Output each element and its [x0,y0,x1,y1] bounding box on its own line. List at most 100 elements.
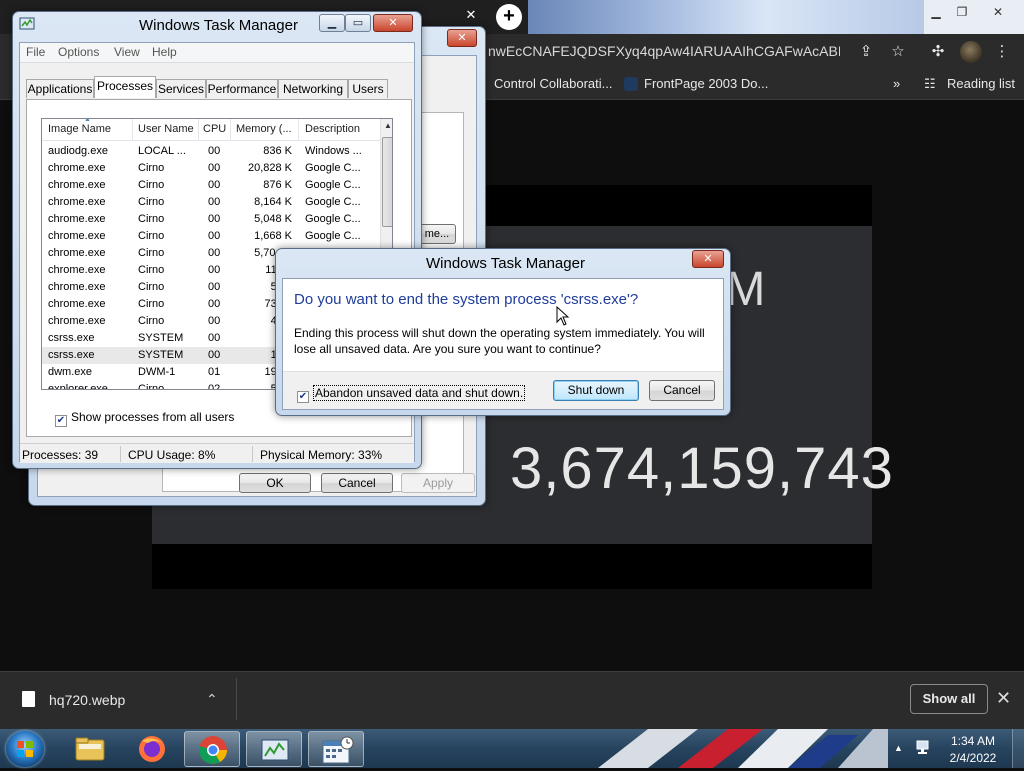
scroll-up-icon[interactable]: ▲ [381,119,392,133]
cell-name: chrome.exe [48,281,106,293]
new-tab-button[interactable]: + [496,4,522,30]
table-row[interactable]: audiodg.exe LOCAL ... 00 836 K Windows ... [42,143,382,160]
taskbar-calendar-app[interactable] [308,731,364,767]
tm-close-button[interactable]: ✕ [373,14,413,32]
cell-name: chrome.exe [48,179,106,191]
mouse-cursor-icon [556,306,570,326]
properties-close-button[interactable]: ✕ [447,29,477,47]
download-bar [0,671,1024,729]
cell-name: csrss.exe [48,332,95,344]
status-divider [120,446,121,462]
menu-view[interactable]: View [114,45,140,59]
abandon-data-checkbox[interactable]: ✔ Abandon unsaved data and shut down. [297,385,526,403]
cell-name: chrome.exe [48,213,106,225]
column-divider[interactable] [198,119,199,141]
process-list-header: Image Name ▲ User Name CPU Memory (... D… [42,119,382,141]
tab-close-icon[interactable]: ✕ [462,6,480,24]
cell-user: Cirno [138,264,165,276]
tab-processes[interactable]: Processes [94,76,156,98]
minimize-icon[interactable]: ▁ [924,3,948,21]
checkbox-check-icon[interactable]: ✔ [297,391,309,403]
show-desktop-button[interactable] [1012,729,1024,768]
cell-cpu: 00 [208,281,221,293]
cell-cpu: 00 [208,247,221,259]
cell-cpu: 00 [208,332,221,344]
taskbar-task-manager[interactable] [246,731,302,767]
col-memory[interactable]: Memory (... [236,123,298,135]
partial-button[interactable]: me... [418,224,456,244]
col-image-name[interactable]: Image Name [48,123,132,135]
tab-networking[interactable]: Networking [278,79,348,98]
cell-cpu: 00 [208,179,221,191]
table-row[interactable]: chrome.exe Cirno 00 5,048 K Google C... [42,211,382,228]
apply-button[interactable]: Apply [401,473,475,493]
chevron-up-icon[interactable]: ⌃ [206,691,218,708]
col-description[interactable]: Description [305,123,375,135]
table-row[interactable]: chrome.exe Cirno 00 1,668 K Google C... [42,228,382,245]
confirm-close-button[interactable]: ✕ [692,250,724,268]
menu-options[interactable]: Options [58,45,99,59]
cell-name: chrome.exe [48,247,106,259]
show-all-processes-checkbox[interactable]: ✔ Show processes from all users [55,410,234,427]
tab-services[interactable]: Services [156,79,206,98]
close-download-bar-icon[interactable]: ✕ [996,688,1011,709]
tm-minimize-button[interactable]: ▁ [319,14,345,32]
cell-desc: Google C... [305,179,361,191]
cell-user: SYSTEM [138,332,184,344]
tab-users[interactable]: Users [348,79,388,98]
tray-overflow-icon[interactable]: ▲ [894,743,903,753]
cell-cpu: 00 [208,264,221,276]
scrollbar-thumb[interactable] [382,137,392,227]
reading-list-icon[interactable]: ☷ [924,76,936,92]
column-divider[interactable] [298,119,299,141]
clock-time[interactable]: 1:34 AM [938,734,1008,748]
network-icon[interactable] [914,740,932,756]
bookmark-item[interactable]: Control Collaborati... [494,76,613,91]
cell-cpu: 00 [208,298,221,310]
table-row[interactable]: chrome.exe Cirno 00 876 K Google C... [42,177,382,194]
menu-file[interactable]: File [26,45,45,59]
cell-cpu: 00 [208,145,221,157]
bookmark-star-icon[interactable]: ☆ [888,42,908,62]
column-divider[interactable] [230,119,231,141]
cell-desc: Google C... [305,196,361,208]
clock-date[interactable]: 2/4/2022 [938,751,1008,765]
taskbar-explorer[interactable] [62,731,118,767]
address-bar[interactable]: nwEcCNAFEJQDSFXyq4qpAw4IARUAAIhCGAFwAcAB… [488,43,840,59]
reading-list-label[interactable]: Reading list [947,76,1015,91]
properties-cancel-button[interactable]: Cancel [321,473,393,493]
taskbar-firefox[interactable] [124,731,180,767]
show-all-downloads-button[interactable]: Show all [910,684,988,714]
tab-performance[interactable]: Performance [206,79,278,98]
checkbox-check-icon[interactable]: ✔ [55,415,67,427]
status-processes: Processes: 39 [22,448,99,462]
share-icon[interactable]: ⇪ [856,42,876,62]
cell-name: chrome.exe [48,230,106,242]
extensions-icon[interactable]: ✣ [928,42,948,62]
cell-name: audiodg.exe [48,145,108,157]
confirm-cancel-button[interactable]: Cancel [649,380,715,401]
restore-icon[interactable]: ❐ [950,3,974,21]
cell-desc: Windows ... [305,145,362,157]
bookmark-item[interactable]: FrontPage 2003 Do... [644,76,768,91]
table-row[interactable]: chrome.exe Cirno 00 8,164 K Google C... [42,194,382,211]
col-user-name[interactable]: User Name [138,123,200,135]
menu-kebab-icon[interactable]: ⋮ [992,42,1012,62]
close-icon[interactable]: ✕ [986,3,1010,21]
table-row[interactable]: chrome.exe Cirno 00 20,828 K Google C... [42,160,382,177]
column-divider[interactable] [132,119,133,141]
download-file-name[interactable]: hq720.webp [49,692,125,708]
profile-avatar[interactable] [960,41,982,63]
menu-help[interactable]: Help [152,45,177,59]
confirm-message: Ending this process will shut down the o… [294,326,705,356]
cell-cpu: 02 [208,383,221,390]
shut-down-button[interactable]: Shut down [553,380,639,401]
tm-maximize-button[interactable]: ▭ [345,14,371,32]
tab-applications[interactable]: Applications [26,79,94,98]
col-cpu[interactable]: CPU [203,123,233,135]
cell-user: Cirno [138,196,165,208]
cell-user: Cirno [138,247,165,259]
taskbar-chrome[interactable] [184,731,240,767]
more-bookmarks-icon[interactable]: » [893,76,900,91]
ok-button[interactable]: OK [239,473,311,493]
